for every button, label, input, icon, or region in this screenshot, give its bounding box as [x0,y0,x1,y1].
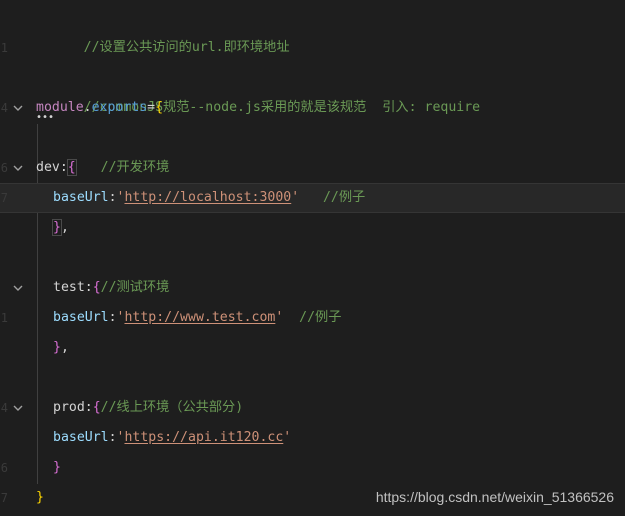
brace-token: } [53,340,61,355]
punct-token: . [83,100,92,115]
line-number: 6 [0,461,8,475]
code-line[interactable]: 4 prod:{ [0,393,625,423]
code-line[interactable]: 1 baseUrl:'http://www.test.com' //例子 [0,303,625,333]
code-line[interactable]: 4 module.exports={ [0,93,625,123]
punct-token: : [84,280,93,295]
watermark-text: https://blog.csdn.net/weixin_51366526 [375,489,614,505]
code-line[interactable]: //设置公共访问的url.即环境地址 [0,3,625,55]
code-editor[interactable]: //设置公共访问的url.即环境地址 1 //commonJS规范--node.… [0,0,625,516]
punct-token: : [108,430,117,445]
punct-token: : [59,160,68,175]
line-number [0,423,8,453]
line-number [0,3,8,33]
code-line-active[interactable]: 7 baseUrl:'http://localhost:3000' //例子 [0,183,625,213]
url-link[interactable]: http://www.test.com [124,310,275,325]
brace-token: { [155,100,164,115]
line-number: 4 [0,101,8,115]
key-token: test [53,280,85,295]
brace-token: } [53,460,61,475]
url-link[interactable]: http://localhost:3000 [124,190,291,205]
fold-chevron-icon[interactable] [12,402,24,414]
key-token: baseUrl [53,190,109,205]
line-number [0,243,8,273]
line-number: 7 [0,191,8,205]
line-number [0,273,8,303]
code-line[interactable]: baseUrl:'https://api.it120.cc' [0,423,625,453]
fold-chevron-icon[interactable] [12,282,24,294]
code-line[interactable]: 1 [0,33,625,63]
key-token: prod [53,400,85,415]
line-number: 6 [0,161,8,175]
punct-token: : [84,400,93,415]
code-line[interactable]: //commonJS规范--node.js采用的就是该规范 引入: requir… [0,63,625,115]
comment-token: //例子 [299,190,366,205]
punct-token: , [60,220,69,235]
punct-token: : [108,190,117,205]
fold-chevron-icon[interactable] [12,102,24,114]
code-line[interactable]: }, [0,213,625,243]
punct-token: , [60,340,69,355]
line-number [0,123,8,153]
punct-token: = [147,100,156,115]
fold-chevron-icon[interactable] [12,162,24,174]
url-link[interactable]: https://api.it120.cc [124,430,283,445]
brace-token: { [92,280,101,295]
brace-token: { [66,159,77,176]
line-number [0,333,8,363]
code-line[interactable]: 6 dev:{ [0,153,625,183]
comment-token: //例子 [283,310,342,325]
line-number: 1 [0,311,8,325]
line-number: 1 [0,41,8,55]
line-number [0,63,8,93]
code-line[interactable]: //线上环境（公共部分) [0,363,625,415]
key-token: baseUrl [53,430,109,445]
folded-region-marker[interactable]: ••• [36,113,54,123]
line-number: 7 [0,491,8,505]
line-number [0,363,8,393]
code-line[interactable]: 6 } [0,453,625,483]
code-line[interactable]: //开发环境 [0,123,625,175]
brace-token: } [52,219,62,236]
line-number: 4 [0,401,8,415]
code-line[interactable]: test:{ [0,273,625,303]
exports-token: exports [91,100,148,115]
code-line[interactable]: }, [0,333,625,363]
quote-token: ' [291,190,300,205]
brace-token: { [92,400,101,415]
punct-token: : [108,310,117,325]
brace-token: } [36,490,44,505]
line-number [0,213,8,243]
key-token: dev [36,160,60,175]
key-token: baseUrl [53,310,109,325]
code-line[interactable]: //测试环境 [0,243,625,295]
quote-token: ' [283,430,292,445]
